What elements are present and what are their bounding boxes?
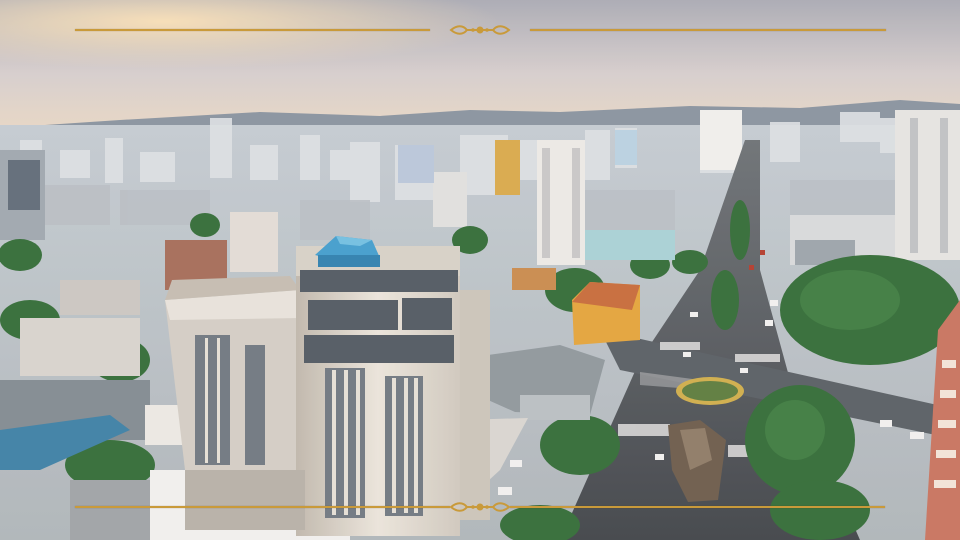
bottom-left-gold-rule [75,506,450,508]
bottom-right-gold-rule [510,506,885,508]
bottom-ornament-icon [449,502,511,512]
top-left-gold-rule [75,29,430,31]
top-right-gold-rule [530,29,886,31]
photo-frame [0,0,960,540]
aerial-city-photo [0,0,960,540]
top-ornament-icon [449,25,511,35]
